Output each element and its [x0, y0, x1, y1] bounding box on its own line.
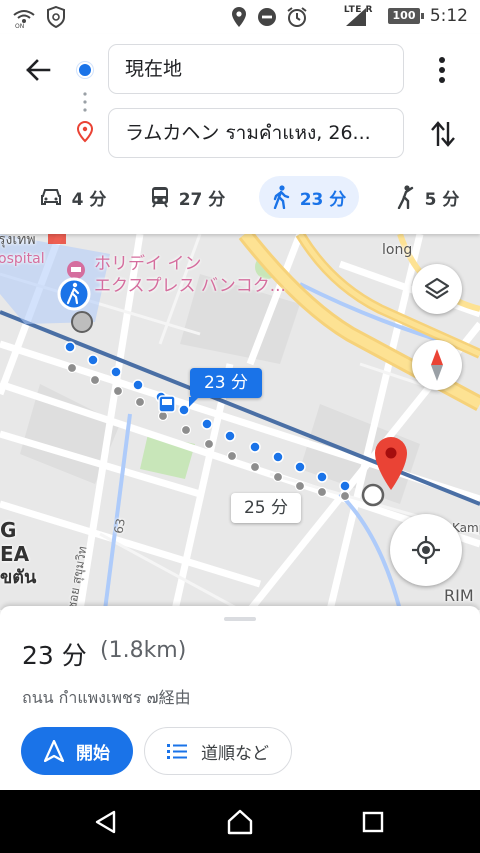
compass-button[interactable] — [412, 340, 462, 390]
route-end-point — [361, 483, 385, 507]
layers-icon — [424, 277, 450, 300]
layers-button[interactable] — [412, 264, 462, 314]
status-bar: ON LTE R 100 5:12 — [0, 0, 480, 34]
transit-icon — [151, 187, 168, 208]
route-badge-primary[interactable]: 23 分 — [189, 368, 262, 407]
poi-label-line1: ホリデイ イン — [94, 254, 202, 274]
route-summary-sheet[interactable]: 23 分 (1.8km) ถนน กำแพงเพชร ๗経由 開始 道順など — [0, 606, 480, 790]
my-location-button[interactable] — [390, 514, 462, 586]
origin-input[interactable]: 現在地 — [108, 44, 404, 94]
svg-text:ON: ON — [15, 23, 24, 29]
start-navigation-button[interactable]: 開始 — [21, 727, 133, 775]
route-badge-alternate[interactable]: 25 分 — [231, 493, 301, 523]
rideshare-icon — [397, 185, 413, 209]
swap-icon[interactable] — [430, 120, 456, 148]
steps-button[interactable]: 道順など — [144, 727, 292, 775]
map-edge-text-4: EA — [0, 542, 30, 566]
route-via: ถนน กำแพงเพชร ๗経由 — [22, 688, 191, 707]
tab-transit[interactable]: 27 分 — [140, 176, 236, 218]
tab-driving[interactable]: 4 分 — [30, 176, 116, 218]
route-start-point — [71, 311, 93, 333]
poi-label-line2: エクスプレス バンコク... — [94, 276, 286, 296]
map-edge-text-1: รุงเทพ — [0, 234, 36, 248]
route-distance: (1.8km) — [100, 638, 187, 663]
walk-icon — [273, 185, 289, 209]
location-icon — [232, 7, 246, 27]
do-not-disturb-icon — [258, 8, 276, 26]
alarm-icon — [287, 7, 307, 27]
battery-indicator: 100 — [388, 8, 424, 24]
home-nav-icon[interactable] — [227, 809, 253, 835]
signal-icon — [346, 8, 366, 26]
map-edge-text-2: ospital — [0, 251, 45, 267]
clock: 5:12 — [429, 6, 468, 26]
sheet-handle[interactable] — [224, 617, 256, 621]
car-icon — [40, 189, 61, 205]
tab-rideshare[interactable]: 5 分 — [382, 176, 472, 218]
navigation-arrow-icon — [44, 740, 64, 762]
map-edge-text-7: long — [382, 242, 413, 258]
map-edge-text-3: G — [0, 518, 17, 542]
map-edge-text-6: RIM — [444, 586, 474, 605]
shield-icon — [47, 6, 65, 28]
route-dots-icon — [76, 61, 94, 143]
destination-input[interactable]: ラムカヘン รามคำแหง, 26... — [108, 108, 404, 158]
list-icon — [167, 744, 187, 759]
my-location-icon — [412, 536, 440, 564]
recents-nav-icon[interactable] — [362, 811, 384, 833]
system-nav-bar — [0, 790, 480, 853]
compass-icon — [431, 349, 443, 381]
back-nav-icon[interactable] — [94, 810, 118, 834]
back-arrow-icon[interactable] — [25, 58, 51, 82]
travel-mode-tabs: 4 分 27 分 23 分 5 分 — [0, 174, 480, 220]
route-duration: 23 分 — [22, 641, 87, 670]
more-options-icon[interactable] — [437, 56, 447, 84]
road-number: 63 — [111, 517, 128, 535]
map-view[interactable]: ホリデイ イン エクスプレス バンコク... รุงเทพ ospital G … — [0, 234, 480, 610]
map-edge-text-5: ขตัน — [0, 567, 37, 588]
directions-header: 現在地 ラムカヘン รามคำแหง, 26... 4 分 27 分 23 分 … — [0, 34, 480, 234]
tab-walking[interactable]: 23 分 — [259, 176, 359, 218]
wifi-calling-icon: ON — [13, 10, 35, 29]
